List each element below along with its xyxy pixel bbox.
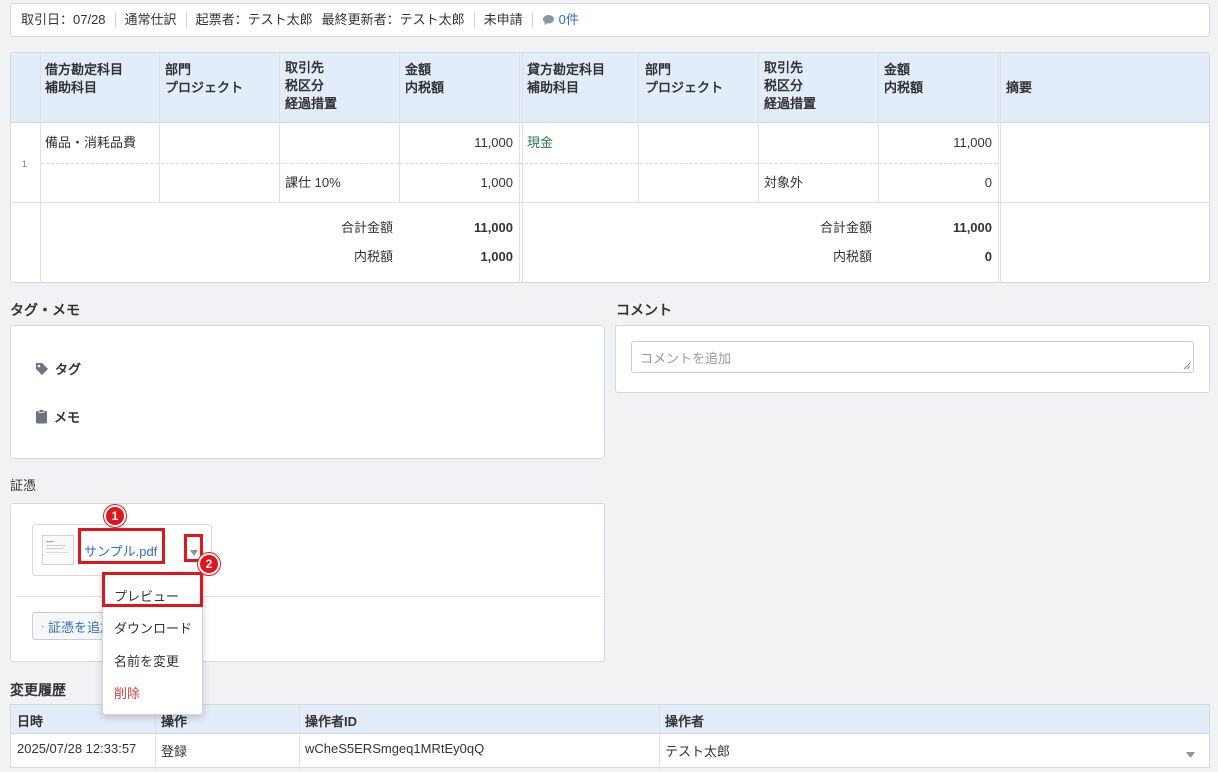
credit-tax-total-label: 内税額 <box>832 249 872 264</box>
annotation-badge-1: 1 <box>104 505 126 527</box>
menu-download[interactable]: ダウンロード <box>114 618 192 637</box>
plus-circle-icon <box>42 625 43 627</box>
journal-info-bar: 取引日：07/28 通常仕訳 起票者：テスト太郎 最終更新者：テスト太郎 未申請… <box>10 3 1210 37</box>
approval-status: 未申請 <box>473 12 532 28</box>
history-operator: テスト太郎 <box>665 744 731 759</box>
creator: 起票者：テスト太郎 <box>185 12 322 28</box>
header-debit-partner: 取引先 税区分 経過措置 <box>285 60 338 111</box>
debit-tax-total-label: 内税額 <box>353 249 393 264</box>
journal-type: 通常仕訳 <box>114 12 186 28</box>
last-updater: 最終更新者：テスト太郎 <box>321 12 465 27</box>
history-operation: 登録 <box>161 744 188 759</box>
comment-count-link[interactable]: 0件 <box>531 12 588 28</box>
memo-label: メモ <box>54 410 81 425</box>
history-title: 変更履歴 <box>10 682 66 698</box>
credit-tax-amount[interactable]: 0 <box>884 175 992 191</box>
debit-amount[interactable]: 11,000 <box>405 135 513 151</box>
debit-tax-total: 1,000 <box>480 249 513 264</box>
comment-count-text: 0件 <box>558 12 579 27</box>
caret-down-icon <box>1186 752 1195 758</box>
credit-tax-class[interactable]: 対象外 <box>764 175 803 191</box>
credit-tax-total: 0 <box>984 249 992 264</box>
comment-title: コメント <box>616 302 672 318</box>
credit-amount[interactable]: 11,000 <box>884 135 992 151</box>
debit-tax-amount[interactable]: 1,000 <box>405 175 513 191</box>
journal-entry-table: 借方勘定科目 補助科目 部門 プロジェクト 取引先 税区分 経過措置 金額 内税額 貸方勘… <box>10 52 1210 283</box>
history-col-operator-id: 操作者ID <box>305 714 358 729</box>
transaction-date: 取引日：07/28 <box>21 12 106 27</box>
credit-account[interactable]: 現金 <box>527 135 553 151</box>
tag-label: タグ <box>55 362 82 377</box>
evidence-title: 証憑 <box>10 478 37 493</box>
menu-delete[interactable]: 削除 <box>114 683 140 702</box>
tag-memo-title: タグ・メモ <box>10 302 80 318</box>
history-col-operator: 操作者 <box>665 714 705 729</box>
annotation-badge-2: 2 <box>198 553 220 575</box>
header-debit-account: 借方勘定科目 補助科目 <box>45 62 124 95</box>
history-datetime: 2025/07/28 12:33:57 <box>17 741 137 756</box>
history-row-expand[interactable] <box>1186 746 1195 761</box>
debit-total-label: 合計金額 <box>340 220 393 235</box>
debit-tax-class[interactable]: 課仕 10% <box>285 175 341 191</box>
clipboard-icon <box>36 409 47 424</box>
speech-bubble-icon <box>542 15 554 25</box>
debit-account[interactable]: 備品・消耗品費 <box>45 135 136 151</box>
header-credit-department: 部門 プロジェクト <box>645 62 724 95</box>
pdf-thumbnail[interactable] <box>42 535 74 565</box>
highlight-preview <box>102 572 203 607</box>
credit-total: 11,000 <box>952 220 992 235</box>
history-col-datetime: 日時 <box>17 714 44 729</box>
tag-icon <box>36 362 48 375</box>
comment-input[interactable]: コメントを追加 <box>631 341 1194 373</box>
history-operator-id: wCheS5ERSmgeq1MRtEy0qQ <box>305 741 485 756</box>
tag-memo-panel: タグ メモ <box>10 325 605 459</box>
tag-row[interactable]: タグ <box>35 359 81 378</box>
header-debit-department: 部門 プロジェクト <box>165 62 244 95</box>
comment-placeholder: コメントを追加 <box>640 351 732 366</box>
header-credit-account: 貸方勘定科目 補助科目 <box>527 62 606 95</box>
header-debit-amount: 金額 内税額 <box>405 62 445 95</box>
memo-row[interactable]: メモ <box>35 407 80 426</box>
credit-total-label: 合計金額 <box>819 220 872 235</box>
header-memo: 摘要 <box>1006 80 1033 95</box>
header-credit-amount: 金額 内税額 <box>884 62 924 95</box>
row-number: 1 <box>22 159 28 169</box>
resize-grip-icon[interactable] <box>1183 362 1191 370</box>
debit-total: 11,000 <box>473 220 513 235</box>
menu-rename[interactable]: 名前を変更 <box>114 651 179 670</box>
highlight-file-name <box>78 528 165 564</box>
header-credit-partner: 取引先 税区分 経過措置 <box>764 60 817 111</box>
